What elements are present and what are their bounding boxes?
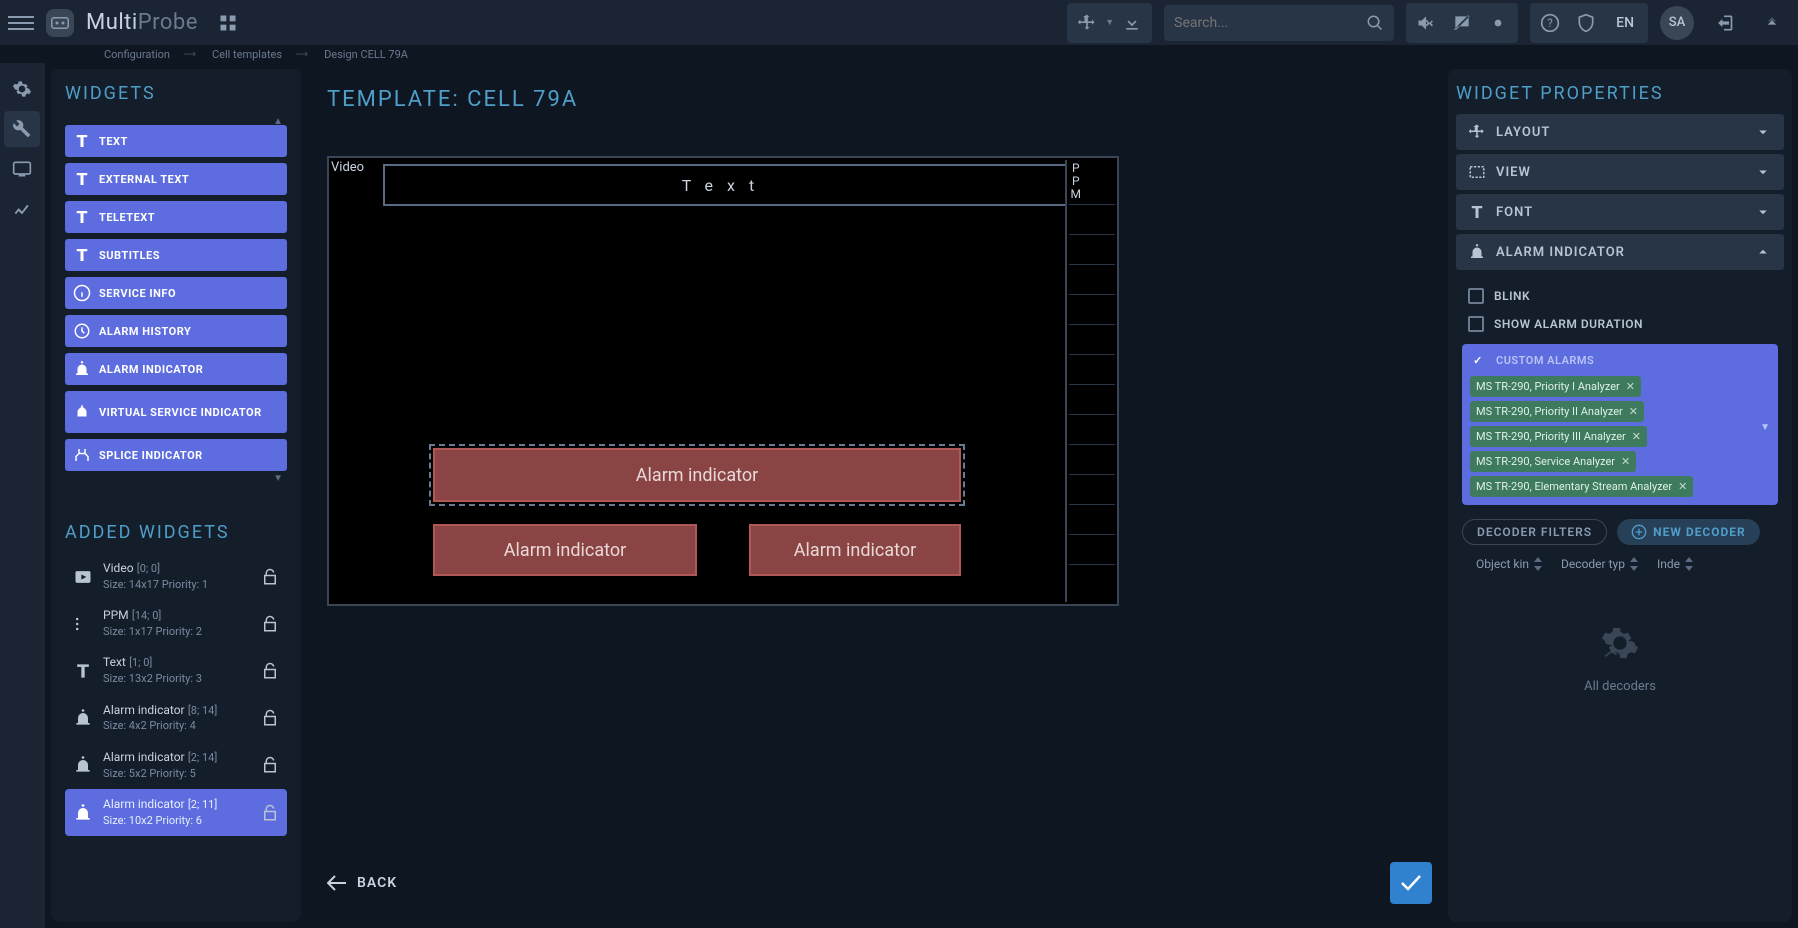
all-decoders-empty: All decoders [1460, 583, 1780, 734]
alarm-chip[interactable]: MS TR-290, Priority II Analyzer✕ [1470, 401, 1644, 422]
confirm-button[interactable] [1390, 862, 1432, 904]
unlock-icon[interactable] [261, 568, 279, 586]
unlock-icon[interactable] [261, 662, 279, 680]
checkbox-blink[interactable]: BLINK [1460, 282, 1780, 310]
decoder-filters-button[interactable]: DECODER FILTERS [1462, 519, 1607, 545]
widget-virtual-service[interactable]: VIRTUAL SERVICE INDICATOR [65, 391, 287, 433]
chips-dropdown-icon[interactable]: ▼ [1760, 422, 1770, 433]
col-object-kind[interactable]: Object kin [1476, 557, 1543, 571]
canvas-video-label: Video [331, 160, 364, 175]
template-title: TEMPLATE: CELL 79A [327, 87, 1432, 112]
brightness-icon[interactable] [1480, 5, 1516, 41]
download-icon[interactable] [1114, 5, 1150, 41]
unlock-icon[interactable] [261, 709, 279, 727]
canvas-alarm-left[interactable]: Alarm indicator [433, 524, 697, 576]
section-font[interactable]: FONT [1456, 194, 1784, 230]
section-view[interactable]: VIEW [1456, 154, 1784, 190]
col-decoder-type[interactable]: Decoder typ [1561, 557, 1639, 571]
added-widget-item[interactable]: Alarm indicator [8; 14]Size: 4x2 Priorit… [65, 695, 287, 742]
unlock-icon[interactable] [261, 804, 279, 822]
widget-alarm-indicator[interactable]: ALARM INDICATOR [65, 353, 287, 385]
widgets-title: WIDGETS [65, 83, 287, 104]
widget-teletext[interactable]: TELETEXT [65, 201, 287, 233]
alarm-chip[interactable]: MS TR-290, Service Analyzer✕ [1470, 451, 1636, 472]
added-widget-item[interactable]: Video [0; 0]Size: 14x17 Priority: 1 [65, 553, 287, 600]
added-widgets-title: ADDED WIDGETS [65, 522, 287, 543]
section-layout[interactable]: LAYOUT [1456, 114, 1784, 150]
breadcrumb-item: Design CELL 79A [324, 48, 408, 61]
alarm-chip[interactable]: MS TR-290, Priority I Analyzer✕ [1470, 376, 1641, 397]
chip-remove-icon[interactable]: ✕ [1621, 455, 1630, 468]
checkbox-show-duration[interactable]: SHOW ALARM DURATION [1460, 310, 1780, 338]
canvas-alarm-right[interactable]: Alarm indicator [749, 524, 961, 576]
search-input[interactable] [1164, 5, 1394, 41]
chip-remove-icon[interactable]: ✕ [1626, 380, 1635, 393]
widget-splice-indicator[interactable]: SPLICE INDICATOR [65, 439, 287, 471]
search-field[interactable] [1174, 15, 1366, 31]
user-avatar[interactable]: SA [1660, 6, 1694, 40]
section-alarm-indicator[interactable]: ALARM INDICATOR [1456, 234, 1784, 270]
brand-title: MultiProbe [86, 10, 198, 35]
unlock-icon[interactable] [261, 756, 279, 774]
chip-remove-icon[interactable]: ✕ [1632, 430, 1641, 443]
added-widget-item[interactable]: Text [1; 0]Size: 13x2 Priority: 3 [65, 647, 287, 694]
canvas-ppm-grid [1069, 204, 1115, 602]
canvas-alarm-selected[interactable]: Alarm indicator [433, 448, 961, 502]
chevron-up-icon [1754, 243, 1772, 261]
widget-service-info[interactable]: SERVICE INFO [65, 277, 287, 309]
unlock-icon[interactable] [261, 615, 279, 633]
decoder-table-header: Object kin Decoder typ Inde [1460, 545, 1780, 583]
added-widget-item[interactable]: Alarm indicator [2; 11]Size: 10x2 Priori… [65, 789, 287, 836]
rail-tools[interactable] [4, 111, 40, 147]
added-widget-item[interactable]: Alarm indicator [2; 14]Size: 5x2 Priorit… [65, 742, 287, 789]
dashboard-icon[interactable] [210, 5, 246, 41]
language-selector[interactable]: EN [1604, 7, 1646, 39]
chevron-down-icon [1754, 123, 1772, 141]
rail-settings[interactable] [4, 71, 40, 107]
properties-title: WIDGET PROPERTIES [1456, 83, 1784, 104]
rail-monitor[interactable] [4, 151, 40, 187]
widget-external-text[interactable]: EXTERNAL TEXT [65, 163, 287, 195]
canvas-ppm-label: PPM [1071, 162, 1081, 202]
chat-off-icon[interactable] [1444, 5, 1480, 41]
widget-text[interactable]: TEXT [65, 125, 287, 157]
breadcrumb-item[interactable]: Configuration [104, 48, 170, 61]
mute-icon[interactable] [1408, 5, 1444, 41]
alarm-chip[interactable]: MS TR-290, Priority III Analyzer✕ [1470, 426, 1647, 447]
added-widget-item[interactable]: PPM [14; 0]Size: 1x17 Priority: 2 [65, 600, 287, 647]
search-icon [1366, 14, 1384, 32]
collapse-icon[interactable] [1754, 5, 1790, 41]
breadcrumb: Configuration Cell templates Design CELL… [0, 45, 1798, 63]
exit-icon[interactable] [1706, 5, 1742, 41]
back-button[interactable]: BACK [327, 875, 397, 891]
canvas-text-widget[interactable]: Text [383, 164, 1067, 206]
design-canvas[interactable]: Video Text PPM Alarm indicator Alarm ind… [327, 156, 1119, 606]
widget-alarm-history[interactable]: ALARM HISTORY [65, 315, 287, 347]
checkbox-custom-alarms[interactable]: CUSTOM ALARMS [1470, 352, 1770, 368]
col-index[interactable]: Inde [1657, 557, 1694, 571]
rail-chart[interactable] [4, 191, 40, 227]
move-tool-icon[interactable] [1069, 5, 1105, 41]
chip-remove-icon[interactable]: ✕ [1629, 405, 1638, 418]
alarm-chip[interactable]: MS TR-290, Elementary Stream Analyzer✕ [1470, 476, 1693, 497]
new-decoder-button[interactable]: NEW DECODER [1617, 519, 1760, 545]
help-icon[interactable]: ? [1532, 5, 1568, 41]
scroll-down-icon[interactable]: ▼ [65, 471, 287, 486]
brand-logo-icon [46, 9, 74, 37]
shield-icon[interactable] [1568, 5, 1604, 41]
chip-remove-icon[interactable]: ✕ [1678, 480, 1687, 493]
widget-subtitles[interactable]: SUBTITLES [65, 239, 287, 271]
svg-text:?: ? [1547, 16, 1553, 30]
menu-hamburger[interactable] [8, 10, 34, 36]
breadcrumb-item[interactable]: Cell templates [212, 48, 282, 61]
canvas-divider [1065, 160, 1067, 602]
